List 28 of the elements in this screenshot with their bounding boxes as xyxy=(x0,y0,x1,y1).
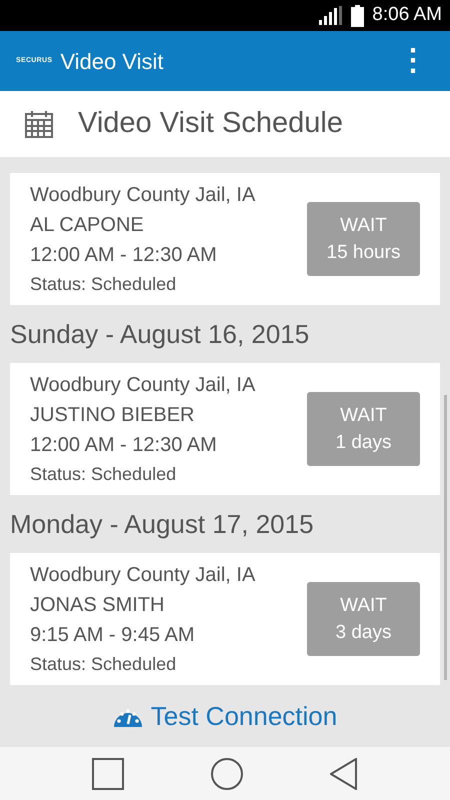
wait-button[interactable]: WAIT 1 days xyxy=(307,392,420,466)
inmate-name: JONAS SMITH xyxy=(30,592,166,618)
visit-status: Status: Scheduled xyxy=(30,652,178,676)
date-header: Monday - August 17, 2015 xyxy=(9,508,315,540)
signal-icon xyxy=(319,6,344,25)
menu-button[interactable]: ⋮ xyxy=(392,45,434,77)
date-header: Sunday - August 16, 2015 xyxy=(9,318,310,350)
visit-status: Status: Scheduled xyxy=(30,462,178,486)
facility-name: Woodbury County Jail, IA xyxy=(30,372,256,398)
back-button[interactable] xyxy=(330,758,358,790)
page-title: Video Visit Schedule xyxy=(78,106,343,142)
app-title: Video Visit xyxy=(60,48,164,76)
facility-name: Woodbury County Jail, IA xyxy=(30,182,256,208)
wait-button[interactable]: WAIT 15 hours xyxy=(307,202,420,276)
recent-apps-button[interactable] xyxy=(92,758,124,790)
facility-name: Woodbury County Jail, IA xyxy=(30,562,256,588)
visit-time: 12:00 AM - 12:30 AM xyxy=(30,242,218,268)
visit-status: Status: Scheduled xyxy=(30,272,178,296)
calendar-icon xyxy=(24,109,54,139)
inmate-name: AL CAPONE xyxy=(30,212,145,238)
inmate-name: JUSTINO BIEBER xyxy=(30,402,196,428)
home-button[interactable] xyxy=(210,758,243,790)
test-connection-link[interactable]: Test Connection xyxy=(0,685,450,747)
battery-icon xyxy=(351,4,364,26)
wait-button[interactable]: WAIT 3 days xyxy=(307,582,420,656)
visit-time: 9:15 AM - 9:45 AM xyxy=(30,622,196,648)
visit-time: 12:00 AM - 12:30 AM xyxy=(30,432,218,458)
status-time: 8:06 AM xyxy=(372,3,442,28)
